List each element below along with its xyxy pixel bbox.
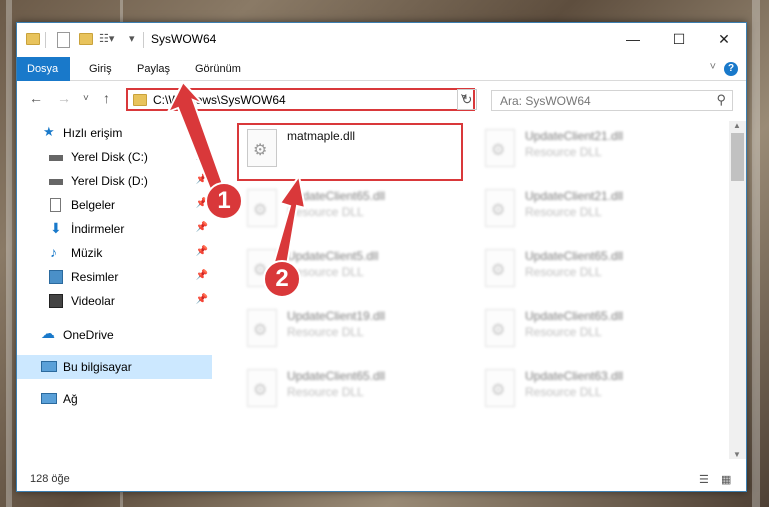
step-2-badge: 2	[263, 260, 301, 298]
step-1-badge: 1	[205, 182, 243, 220]
arrow-2	[272, 173, 307, 267]
arrow-1	[165, 80, 227, 196]
annotation-arrows	[165, 80, 307, 267]
